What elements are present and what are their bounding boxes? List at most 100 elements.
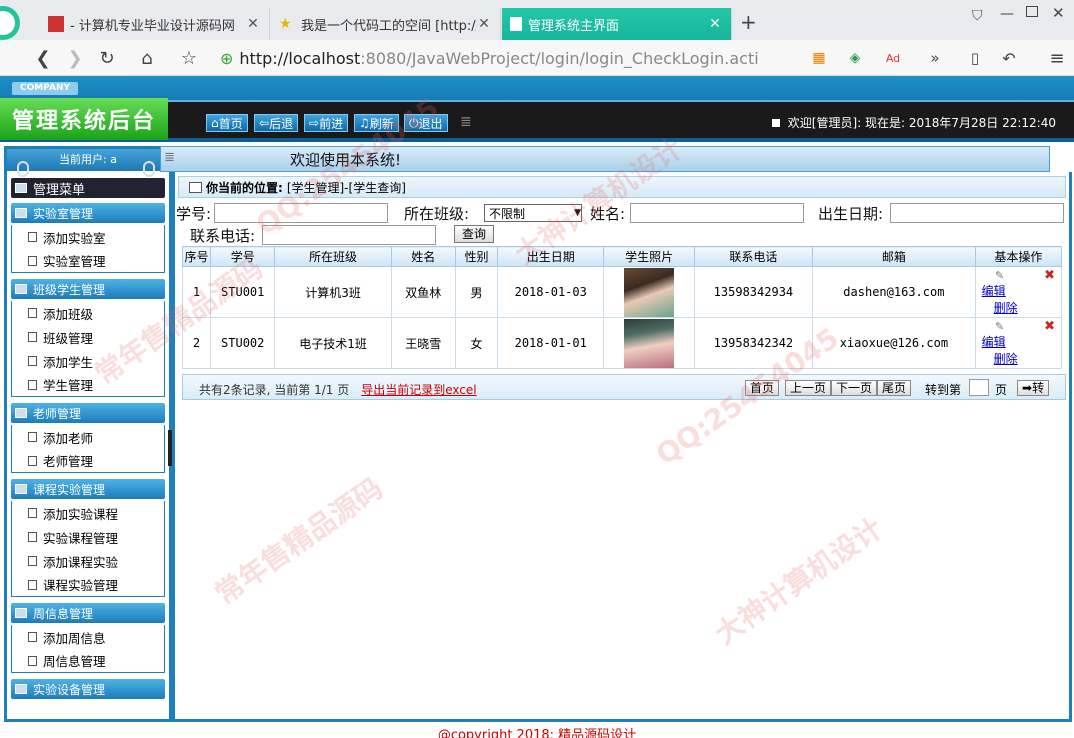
red-favicon-icon: [48, 16, 64, 32]
forward-button[interactable]: ⇨ 前进: [304, 114, 349, 132]
back-arrow-icon: ⇦: [259, 116, 270, 130]
cell-birth: 2018-01-03: [497, 266, 605, 318]
new-tab-button[interactable]: +: [740, 10, 757, 34]
toolbar-menu-icon[interactable]: ≣: [460, 114, 472, 130]
menu-group-lab[interactable]: 实验室管理: [11, 203, 165, 223]
menu-item-add-week[interactable]: 添加周信息: [11, 625, 165, 649]
first-page-button[interactable]: 首页: [745, 380, 780, 396]
browser-logo-icon: [0, 6, 20, 40]
prev-page-button[interactable]: 上一页: [785, 380, 832, 396]
menu-group-teacher[interactable]: 老师管理: [11, 403, 165, 423]
menu-group-class-student[interactable]: 班级学生管理: [11, 279, 165, 299]
close-tab-icon[interactable]: ✕: [707, 16, 723, 32]
list-icon: [189, 181, 202, 193]
menu-item-add-course-lab[interactable]: 添加课程实验: [11, 549, 165, 573]
browser-tab-active[interactable]: 管理系统主界面 ✕: [502, 8, 732, 40]
edit-link[interactable]: 编辑: [982, 333, 1018, 350]
tab-title: 我是一个代码工的空间 [http://2: [301, 18, 476, 34]
menu-group-week[interactable]: 周信息管理: [11, 603, 165, 623]
col-header: 性别: [454, 246, 499, 267]
menu-item-teacher-manage[interactable]: 老师管理: [11, 449, 165, 473]
extension-icon[interactable]: ▦: [806, 45, 832, 71]
menu-group-course-lab[interactable]: 课程实验管理: [11, 479, 165, 499]
menu-item-add-student[interactable]: 添加学生: [11, 349, 165, 373]
cell-class: 电子技术1班: [274, 317, 392, 369]
delete-x-icon[interactable]: ✖: [1044, 319, 1055, 334]
cell-sex: 女: [454, 317, 499, 369]
col-header: 学生照片: [603, 246, 695, 267]
col-header: 邮箱: [812, 246, 976, 267]
right-ring-icon: [143, 161, 155, 177]
doc-icon: [28, 655, 37, 666]
back-icon[interactable]: ❮: [30, 45, 56, 71]
tab-title: - 计算机专业毕业设计源码网: [70, 18, 235, 34]
adblock-icon[interactable]: Ad: [880, 45, 906, 71]
reload-icon[interactable]: ↻: [94, 45, 120, 71]
refresh-button[interactable]: ♫ 刷新: [354, 114, 399, 132]
menu-item-course-lab-manage[interactable]: 课程实验管理: [11, 573, 165, 597]
student-no-input[interactable]: [214, 203, 388, 223]
close-window-icon[interactable]: ✕: [1052, 4, 1065, 22]
url-host: http://localhost: [239, 48, 361, 68]
forward-icon[interactable]: ❯: [62, 45, 88, 71]
back-button[interactable]: ⇦ 后退: [254, 114, 299, 132]
next-page-button[interactable]: 下一页: [831, 380, 878, 396]
edit-link[interactable]: 编辑: [982, 282, 1018, 299]
browser-tab[interactable]: - 计算机专业毕业设计源码网 ✕: [40, 8, 270, 40]
menu-item-student-manage[interactable]: 学生管理: [11, 373, 165, 397]
name-input[interactable]: [630, 203, 804, 223]
menu-title: 管理菜单: [11, 178, 165, 198]
exit-button[interactable]: ⏻ 退出: [404, 114, 448, 132]
bookmark-star-icon[interactable]: ☆: [176, 45, 202, 71]
last-page-button[interactable]: 尾页: [877, 380, 912, 396]
menu-item-week-manage[interactable]: 周信息管理: [11, 649, 165, 673]
browser-tab-bar: - 计算机专业毕业设计源码网 ✕ ★ 我是一个代码工的空间 [http://2 …: [0, 0, 1074, 40]
close-tab-icon[interactable]: ✕: [245, 16, 261, 32]
doc-icon: [28, 508, 37, 518]
goto-label: 转到第: [925, 383, 962, 397]
doc-icon: [28, 356, 37, 366]
menu-item-add-lab[interactable]: 添加实验室: [11, 225, 165, 249]
undo-icon[interactable]: ↶: [996, 45, 1022, 71]
home-icon[interactable]: ⌂: [134, 45, 160, 71]
minimize-icon[interactable]: —: [1000, 6, 1014, 22]
menu-group-equipment[interactable]: 实验设备管理: [11, 679, 165, 699]
menu-icon[interactable]: ≡: [1044, 45, 1070, 71]
cell-name: 双鱼林: [390, 266, 456, 318]
menu-item-class-manage[interactable]: 班级管理: [11, 325, 165, 349]
class-select[interactable]: 不限制 ▼: [484, 204, 582, 222]
doc-icon: [28, 532, 37, 542]
phone-input[interactable]: [262, 225, 436, 245]
maximize-icon[interactable]: [1026, 6, 1038, 17]
doc-icon: [28, 232, 37, 242]
page-number-input[interactable]: [969, 379, 989, 396]
query-button[interactable]: 查询: [454, 225, 494, 243]
menu-item-add-teacher[interactable]: 添加老师: [11, 425, 165, 449]
home-button[interactable]: ⌂ 首页: [206, 114, 248, 132]
page-unit-label: 页: [995, 383, 1008, 397]
doc-icon: [28, 255, 37, 266]
more-ext-icon[interactable]: »: [922, 45, 948, 71]
menu-item-add-lab-course[interactable]: 添加实验课程: [11, 501, 165, 525]
refresh-icon: ♫: [359, 116, 370, 130]
reader-icon[interactable]: ▯: [962, 45, 988, 71]
menu-item-lab-manage[interactable]: 实验室管理: [11, 249, 165, 273]
delete-x-icon[interactable]: ✖: [1044, 268, 1055, 283]
cell-student-no: STU001: [210, 266, 276, 318]
pagination-bar: 共有2条记录, 当前第 1/1 页导出当前记录到excel 首页 上一页 下一页…: [182, 374, 1066, 400]
address-bar[interactable]: ⊕ http://localhost:8080/JavaWebProject/l…: [220, 44, 774, 72]
cell-operations: ✎ 编辑 删除 ✖: [974, 317, 1063, 369]
menu-item-add-class[interactable]: 添加班级: [11, 301, 165, 325]
delete-link[interactable]: 删除: [994, 299, 1018, 316]
shield-ext-icon[interactable]: ◈: [842, 45, 868, 71]
tab-title: 管理系统主界面: [528, 18, 620, 34]
go-button[interactable]: ➡转: [1017, 380, 1050, 396]
menu-item-lab-course-manage[interactable]: 实验课程管理: [11, 525, 165, 549]
birth-input[interactable]: [890, 203, 1064, 223]
export-excel-link[interactable]: 导出当前记录到excel: [361, 383, 476, 397]
group-icon: [15, 484, 27, 494]
delete-link[interactable]: 删除: [994, 350, 1018, 367]
browser-tab[interactable]: ★ 我是一个代码工的空间 [http://2 ✕: [271, 8, 501, 40]
shirt-icon[interactable]: ⛉: [972, 8, 983, 24]
close-tab-icon[interactable]: ✕: [476, 16, 492, 32]
